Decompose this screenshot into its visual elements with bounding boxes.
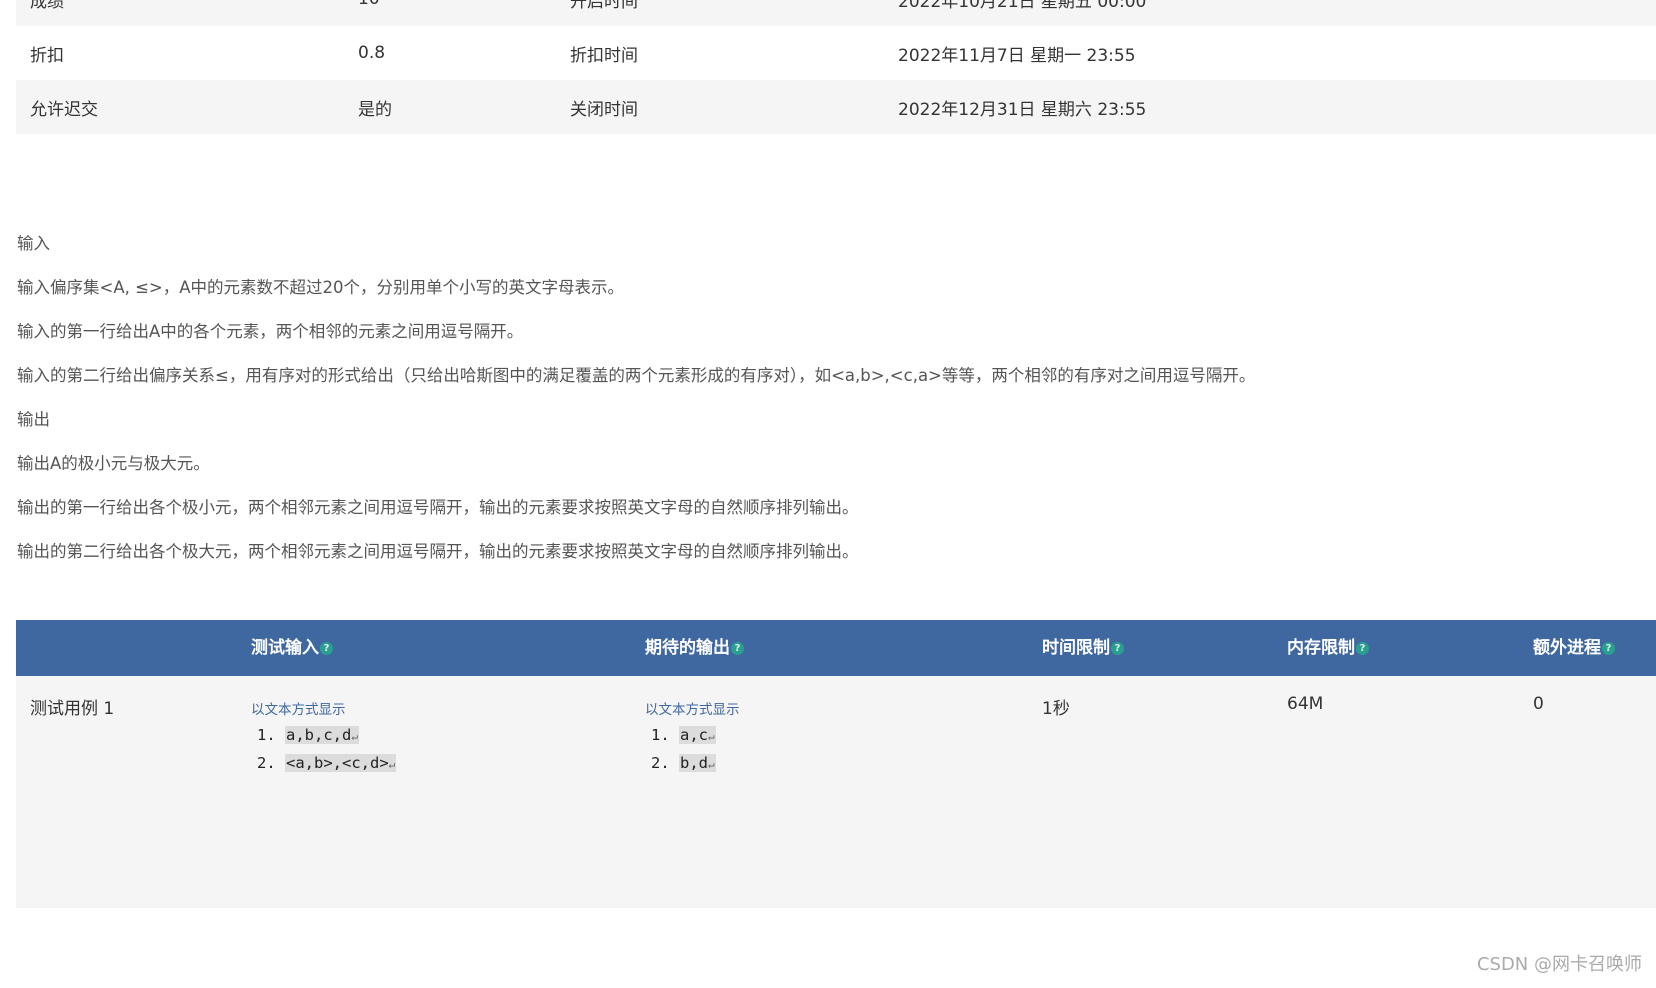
info-value: 2022年10月21日 星期五 00:00 xyxy=(898,0,1147,12)
return-icon: ↵ xyxy=(388,758,396,771)
info-value: 10 xyxy=(358,0,570,26)
description-line: 输出的第一行给出各个极小元，两个相邻元素之间用逗号隔开，输出的元素要求按照英文字… xyxy=(17,498,859,517)
header-memory-limit: 内存限制? xyxy=(1287,620,1369,676)
help-icon[interactable]: ? xyxy=(320,641,333,655)
description-line: 输入偏序集<A, ≤>，A中的元素数不超过20个，分别用单个小写的英文字母表示。 xyxy=(17,278,625,297)
header-expected-output: 期待的输出? xyxy=(645,620,744,676)
info-label: 折扣时间 xyxy=(570,45,638,66)
info-row: 成绩 10 开启时间 2022年10月21日 星期五 00:00 xyxy=(16,0,1656,26)
return-icon: ↵ xyxy=(351,730,358,743)
description-line: 输出的第二行给出各个极大元，两个相邻元素之间用逗号隔开，输出的元素要求按照英文字… xyxy=(17,542,859,561)
code-line: <a,b>,<c,d>↵ xyxy=(285,750,397,778)
extra-process-value: 0 xyxy=(1533,694,1544,714)
info-label: 关闭时间 xyxy=(570,99,638,120)
header-label: 时间限制 xyxy=(1042,638,1110,658)
info-label: 开启时间 xyxy=(570,0,638,12)
return-icon: ↵ xyxy=(708,758,715,771)
header-label: 内存限制 xyxy=(1287,638,1355,658)
help-icon[interactable]: ? xyxy=(1602,641,1615,655)
page: 成绩 10 开启时间 2022年10月21日 星期五 00:00 折扣 0.8 … xyxy=(0,0,1656,988)
header-label: 额外进程 xyxy=(1533,638,1601,658)
input-section-title: 输入 xyxy=(17,234,50,253)
time-limit-value: 1秒 xyxy=(1042,699,1070,719)
help-icon[interactable]: ? xyxy=(731,641,744,655)
code-text: a,c xyxy=(680,726,708,744)
assignment-info-table: 成绩 10 开启时间 2022年10月21日 星期五 00:00 折扣 0.8 … xyxy=(16,0,1656,134)
watermark: CSDN @网卡召唤师 xyxy=(1476,954,1642,975)
problem-description: 输入 输入偏序集<A, ≤>，A中的元素数不超过20个，分别用单个小写的英文字母… xyxy=(17,222,1255,574)
header-test-input: 测试输入? xyxy=(251,620,333,676)
header-label: 测试输入 xyxy=(251,638,319,658)
test-input-code: a,b,c,d↵ <a,b>,<c,d>↵ xyxy=(251,722,397,778)
info-label: 允许迟交 xyxy=(30,99,98,120)
header-label: 期待的输出 xyxy=(645,638,730,658)
test-case-row: 测试用例 1 以文本方式显示 a,b,c,d↵ <a,b>,<c,d>↵ 以文本… xyxy=(16,676,1656,908)
info-value: 是的 xyxy=(358,99,392,120)
info-row: 允许迟交 是的 关闭时间 2022年12月31日 星期六 23:55 xyxy=(16,80,1656,134)
help-icon[interactable]: ? xyxy=(1356,641,1369,655)
code-text: <a,b>,<c,d> xyxy=(286,754,389,772)
return-icon: ↵ xyxy=(708,730,715,743)
header-time-limit: 时间限制? xyxy=(1042,620,1124,676)
expected-output-code: a,c↵ b,d↵ xyxy=(645,722,740,778)
help-icon[interactable]: ? xyxy=(1111,641,1124,655)
output-section-title: 输出 xyxy=(17,410,50,429)
test-case-table-header: 测试输入? 期待的输出? 时间限制? 内存限制? 额外进程? xyxy=(16,620,1656,676)
memory-limit-value: 64M xyxy=(1287,694,1324,714)
code-text: b,d xyxy=(680,754,708,772)
info-label: 折扣 xyxy=(30,45,64,66)
show-as-text-link[interactable]: 以文本方式显示 xyxy=(645,698,740,718)
header-extra-process: 额外进程? xyxy=(1533,620,1615,676)
show-as-text-link[interactable]: 以文本方式显示 xyxy=(251,698,396,718)
description-line: 输入的第一行给出A中的各个元素，两个相邻的元素之间用逗号隔开。 xyxy=(17,322,524,341)
info-label: 成绩 xyxy=(30,0,64,12)
code-line: a,c↵ xyxy=(679,722,740,750)
expected-output-cell: 以文本方式显示 a,c↵ b,d↵ xyxy=(645,698,740,778)
code-text: a,b,c,d xyxy=(286,726,352,744)
test-case-name: 测试用例 1 xyxy=(30,699,115,719)
test-input-cell: 以文本方式显示 a,b,c,d↵ <a,b>,<c,d>↵ xyxy=(251,698,397,778)
info-value: 2022年11月7日 星期一 23:55 xyxy=(898,45,1136,66)
info-row: 折扣 0.8 折扣时间 2022年11月7日 星期一 23:55 xyxy=(16,26,1656,80)
info-value: 2022年12月31日 星期六 23:55 xyxy=(898,99,1147,120)
code-line: b,d↵ xyxy=(679,750,740,778)
info-value: 0.8 xyxy=(358,43,386,63)
description-line: 输出A的极小元与极大元。 xyxy=(17,454,210,473)
description-line: 输入的第二行给出偏序关系≤，用有序对的形式给出（只给出哈斯图中的满足覆盖的两个元… xyxy=(17,366,1256,385)
code-line: a,b,c,d↵ xyxy=(285,722,396,750)
